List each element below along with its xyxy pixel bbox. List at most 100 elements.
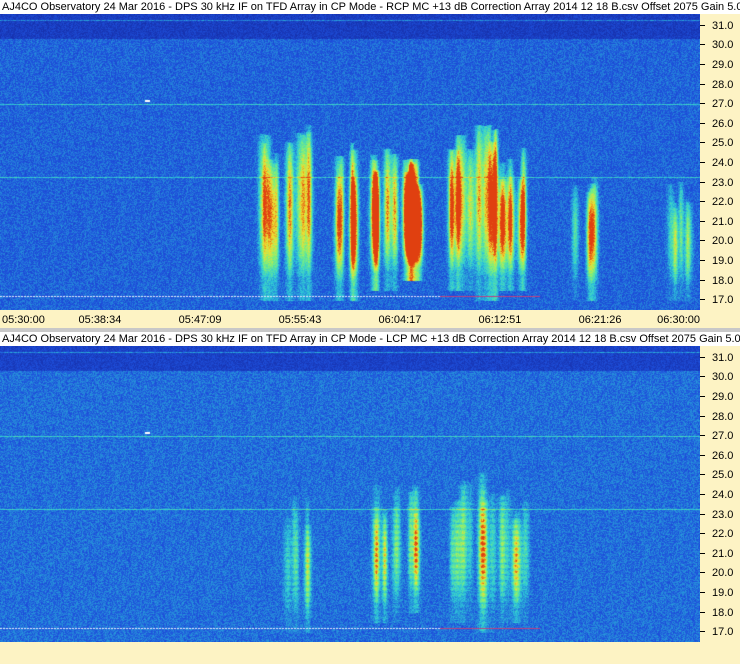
tick-mark bbox=[700, 415, 705, 417]
tick-mark bbox=[700, 376, 705, 378]
tick-text: 20.0 bbox=[712, 567, 734, 580]
tick-text: 31.0 bbox=[712, 19, 734, 32]
tick-mark bbox=[700, 356, 705, 358]
tick-text: 25.0 bbox=[712, 469, 734, 482]
tick-mark bbox=[700, 161, 705, 163]
tick-text: 26.0 bbox=[712, 117, 734, 130]
frequency-tick-label: 24.0 bbox=[700, 488, 740, 502]
frequency-tick-label: 28.0 bbox=[700, 410, 740, 424]
time-tick-label: 06:12:51 bbox=[478, 314, 522, 326]
tick-mark bbox=[700, 201, 705, 203]
lcp-frequency-axis: 31.0 30.0 29.0 28.0 27.0 26.0 25.0 24.0 23.0 22.0… bbox=[700, 346, 740, 642]
frequency-tick-label: 30.0 bbox=[700, 38, 740, 52]
tick-text: 24.0 bbox=[712, 156, 734, 169]
tick-mark bbox=[700, 279, 705, 281]
tick-text: 19.0 bbox=[712, 586, 734, 599]
frequency-tick-label: 26.0 bbox=[700, 449, 740, 463]
frequency-tick-label: 19.0 bbox=[700, 586, 740, 600]
tick-mark bbox=[700, 24, 705, 26]
tick-mark bbox=[700, 533, 705, 535]
frequency-tick-label: 22.0 bbox=[700, 195, 740, 209]
frequency-tick-label: 17.0 bbox=[700, 625, 740, 639]
lcp-time-axis bbox=[0, 642, 740, 664]
tick-mark bbox=[700, 220, 705, 222]
tick-mark bbox=[700, 591, 705, 593]
frequency-tick-label: 23.0 bbox=[700, 176, 740, 190]
tick-mark bbox=[700, 103, 705, 105]
frequency-tick-label: 28.0 bbox=[700, 78, 740, 92]
tick-text: 22.0 bbox=[712, 528, 734, 541]
frequency-tick-label: 29.0 bbox=[700, 58, 740, 72]
rcp-spectrogram-panel: AJ4CO Observatory 24 Mar 2016 - DPS 30 k… bbox=[0, 0, 740, 330]
frequency-tick-label: 17.0 bbox=[700, 293, 740, 307]
tick-mark bbox=[700, 240, 705, 242]
tick-text: 28.0 bbox=[712, 78, 734, 91]
time-tick-label: 05:30:00 bbox=[2, 314, 45, 326]
tick-text: 23.0 bbox=[712, 176, 734, 189]
tick-mark bbox=[700, 83, 705, 85]
tick-text: 30.0 bbox=[712, 371, 734, 384]
frequency-tick-label: 18.0 bbox=[700, 606, 740, 620]
tick-text: 23.0 bbox=[712, 508, 734, 521]
tick-mark bbox=[700, 435, 705, 437]
frequency-tick-label: 30.0 bbox=[700, 370, 740, 384]
tick-text: 22.0 bbox=[712, 196, 734, 209]
tick-text: 28.0 bbox=[712, 410, 734, 423]
time-tick-label: 06:30:00 bbox=[657, 314, 700, 326]
frequency-tick-label: 31.0 bbox=[700, 19, 740, 33]
frequency-tick-label: 25.0 bbox=[700, 468, 740, 482]
time-tick-label: 05:47:09 bbox=[178, 314, 222, 326]
tick-mark bbox=[700, 552, 705, 554]
time-tick-label: 06:21:26 bbox=[578, 314, 622, 326]
frequency-tick-label: 25.0 bbox=[700, 136, 740, 150]
tick-text: 20.0 bbox=[712, 235, 734, 248]
frequency-tick-label: 26.0 bbox=[700, 117, 740, 131]
tick-text: 19.0 bbox=[712, 254, 734, 267]
tick-mark bbox=[700, 299, 705, 301]
tick-mark bbox=[700, 44, 705, 46]
lcp-spectrogram-panel: AJ4CO Observatory 24 Mar 2016 - DPS 30 k… bbox=[0, 332, 740, 664]
tick-mark bbox=[700, 454, 705, 456]
tick-text: 31.0 bbox=[712, 351, 734, 364]
tick-text: 27.0 bbox=[712, 98, 734, 111]
tick-mark bbox=[700, 63, 705, 65]
tick-mark bbox=[700, 572, 705, 574]
lcp-spectrogram-plot bbox=[0, 346, 700, 642]
tick-text: 21.0 bbox=[712, 215, 734, 228]
tick-mark bbox=[700, 181, 705, 183]
tick-text: 29.0 bbox=[712, 58, 734, 71]
tick-text: 25.0 bbox=[712, 137, 734, 150]
lcp-chart-title: AJ4CO Observatory 24 Mar 2016 - DPS 30 k… bbox=[0, 332, 740, 346]
frequency-tick-label: 29.0 bbox=[700, 390, 740, 404]
tick-mark bbox=[700, 122, 705, 124]
tick-text: 27.0 bbox=[712, 430, 734, 443]
tick-mark bbox=[700, 493, 705, 495]
tick-mark bbox=[700, 395, 705, 397]
time-tick-label: 06:04:17 bbox=[378, 314, 422, 326]
frequency-tick-label: 27.0 bbox=[700, 97, 740, 111]
rcp-time-axis: 05:30:00 05:38:34 05:47:09 05:55:43 06:04:17… bbox=[0, 310, 740, 328]
rcp-spectrogram-canvas bbox=[0, 14, 700, 310]
tick-text: 17.0 bbox=[712, 626, 734, 639]
frequency-tick-label: 27.0 bbox=[700, 429, 740, 443]
tick-mark bbox=[700, 474, 705, 476]
frequency-tick-label: 24.0 bbox=[700, 156, 740, 170]
tick-mark bbox=[700, 513, 705, 515]
rcp-chart-title: AJ4CO Observatory 24 Mar 2016 - DPS 30 k… bbox=[0, 0, 740, 14]
lcp-spectrogram-canvas bbox=[0, 346, 700, 642]
rcp-spectrogram-plot bbox=[0, 14, 700, 310]
frequency-tick-label: 22.0 bbox=[700, 527, 740, 541]
frequency-tick-label: 21.0 bbox=[700, 215, 740, 229]
tick-text: 17.0 bbox=[712, 294, 734, 307]
tick-mark bbox=[700, 142, 705, 144]
frequency-tick-label: 20.0 bbox=[700, 566, 740, 580]
time-tick-label: 05:55:43 bbox=[278, 314, 322, 326]
frequency-tick-label: 31.0 bbox=[700, 351, 740, 365]
tick-text: 29.0 bbox=[712, 390, 734, 403]
tick-text: 18.0 bbox=[712, 606, 734, 619]
tick-text: 26.0 bbox=[712, 449, 734, 462]
frequency-tick-label: 18.0 bbox=[700, 274, 740, 288]
tick-text: 30.0 bbox=[712, 39, 734, 52]
tick-mark bbox=[700, 611, 705, 613]
frequency-tick-label: 21.0 bbox=[700, 547, 740, 561]
